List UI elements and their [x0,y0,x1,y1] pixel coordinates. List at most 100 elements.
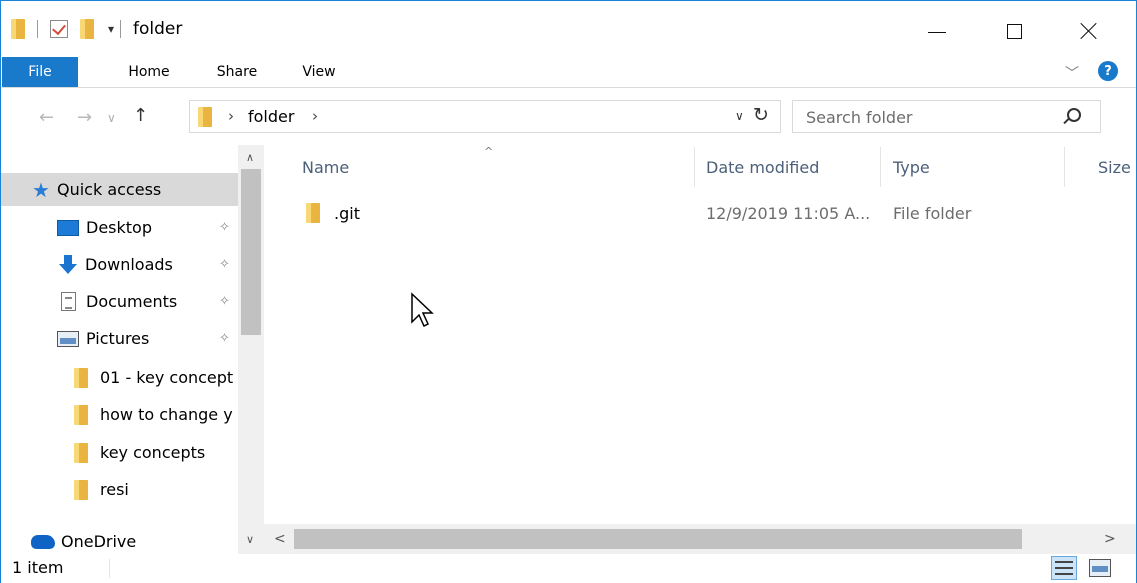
qat-separator [120,20,122,38]
download-icon [58,254,78,276]
sidebar-item-label: key concepts [100,443,206,462]
desktop-icon [57,219,79,236]
address-bar[interactable]: › folder › ∨ ↻ [189,100,781,133]
folder-icon [74,404,88,425]
sidebar-item-quick-access[interactable]: ★ Quick access [1,173,238,206]
refresh-icon[interactable]: ↻ [753,104,769,126]
folder-icon [74,479,88,500]
up-arrow-icon[interactable]: ↑ [133,105,148,126]
back-arrow-icon[interactable]: ← [39,107,54,128]
pin-icon[interactable]: ✧ [219,257,230,272]
status-bar: 1 item [1,554,1136,583]
maximize-button[interactable] [991,11,1037,51]
new-folder-icon[interactable] [80,19,94,39]
pin-icon[interactable]: ✧ [219,294,230,309]
large-icons-view-button[interactable] [1089,559,1111,577]
sidebar-item-desktop[interactable]: Desktop ✧ [1,211,238,244]
sidebar-item-folder[interactable]: 01 - key concept [1,361,238,394]
sidebar-item-label: Quick access [57,180,162,199]
search-icon[interactable] [1067,108,1081,122]
onedrive-icon [31,534,55,549]
qat-dropdown-icon[interactable]: ▾ [108,22,114,36]
column-header-type[interactable]: Type [893,145,930,189]
explorer-window: ▾ folder File Home Share View ﹀ ? ← → ∨ … [0,0,1137,583]
folder-icon [11,19,25,39]
sidebar-item-label: Downloads [85,255,173,274]
breadcrumb-separator-icon[interactable]: › [312,107,318,125]
documents-icon [61,292,76,311]
column-divider[interactable] [880,147,881,187]
sidebar-item-label: Documents [86,292,178,311]
search-box[interactable]: Search folder [792,100,1101,133]
breadcrumb-folder[interactable]: folder [248,107,294,126]
item-count: 1 item [12,558,64,577]
recent-locations-chevron-icon[interactable]: ∨ [107,111,116,125]
expand-ribbon-chevron-icon[interactable]: ﹀ [1065,63,1079,83]
folder-icon [74,442,88,463]
sidebar-item-label: 01 - key concept [100,368,234,387]
title-bar: ▾ folder [1,1,1136,55]
tab-share[interactable]: Share [209,55,265,88]
sidebar-item-downloads[interactable]: Downloads ✧ [1,248,238,281]
sidebar-item-label: OneDrive [61,532,137,551]
scroll-thumb[interactable] [294,529,1022,549]
sidebar-item-folder[interactable]: key concepts [1,436,238,469]
sidebar-item-folder[interactable]: how to change y [1,398,238,431]
sidebar-item-pictures[interactable]: Pictures ✧ [1,322,238,355]
folder-icon [306,203,320,223]
address-dropdown-icon[interactable]: ∨ [735,109,744,123]
sidebar-item-label: how to change y [100,405,233,424]
tab-file[interactable]: File [2,57,78,87]
status-separator [109,559,110,578]
sidebar-item-label: Desktop [86,218,152,237]
file-type: File folder [893,204,972,223]
quick-access-toolbar: ▾ folder [11,17,182,41]
sidebar-item-documents[interactable]: Documents ✧ [1,285,238,318]
scroll-down-icon[interactable]: ∨ [246,533,254,546]
file-name: .git [334,204,360,223]
tab-home[interactable]: Home [119,55,179,88]
sidebar-item-label: resi [100,480,129,499]
scroll-left-icon[interactable]: < [274,531,286,547]
close-icon [1080,22,1098,40]
properties-check-icon[interactable] [50,20,68,38]
tab-view[interactable]: View [293,55,345,88]
scroll-up-icon[interactable]: ∧ [246,151,254,164]
details-view-button[interactable] [1051,556,1077,580]
minimize-icon [928,31,946,33]
column-header-date[interactable]: Date modified [706,145,819,189]
close-button[interactable] [1066,11,1112,51]
maximize-icon [1006,23,1022,39]
file-list: ^ Name Date modified Type Size .git 12/9… [264,145,1136,554]
sidebar-item-onedrive[interactable]: OneDrive [1,525,238,554]
pin-icon[interactable]: ✧ [219,220,230,235]
sidebar-item-folder[interactable]: resi [1,473,238,506]
folder-icon [74,367,88,388]
scroll-thumb[interactable] [241,169,261,335]
star-icon: ★ [32,177,50,202]
search-input[interactable]: Search folder [806,108,913,127]
breadcrumb-separator-icon[interactable]: › [228,107,234,125]
window-title: folder [133,19,183,39]
mouse-cursor-icon [411,292,434,328]
scroll-right-icon[interactable]: > [1104,531,1116,547]
help-icon[interactable]: ? [1098,61,1118,81]
navigation-bar: ← → ∨ ↑ › folder › ∨ ↻ Search folder [1,89,1136,145]
pictures-icon [57,330,79,347]
table-row[interactable]: .git 12/9/2019 11:05 A... File folder [292,200,1112,230]
column-divider[interactable] [1064,147,1065,187]
column-divider[interactable] [694,147,695,187]
sidebar-item-label: Pictures [86,329,150,348]
navigation-pane: ★ Quick access Desktop ✧ Downloads ✧ Doc… [1,145,264,554]
ribbon-tabs: File Home Share View ﹀ ? [1,55,1136,88]
column-header-name[interactable]: Name [302,145,349,189]
horizontal-scrollbar[interactable]: < > [264,524,1136,554]
folder-icon [198,107,212,127]
navpane-scrollbar[interactable]: ∧ ∨ [238,145,264,554]
forward-arrow-icon[interactable]: → [77,107,92,128]
pin-icon[interactable]: ✧ [219,331,230,346]
column-header-size[interactable]: Size [1098,145,1131,189]
minimize-button[interactable] [914,11,960,51]
qat-separator [37,20,38,38]
sort-ascending-icon: ^ [484,145,494,158]
